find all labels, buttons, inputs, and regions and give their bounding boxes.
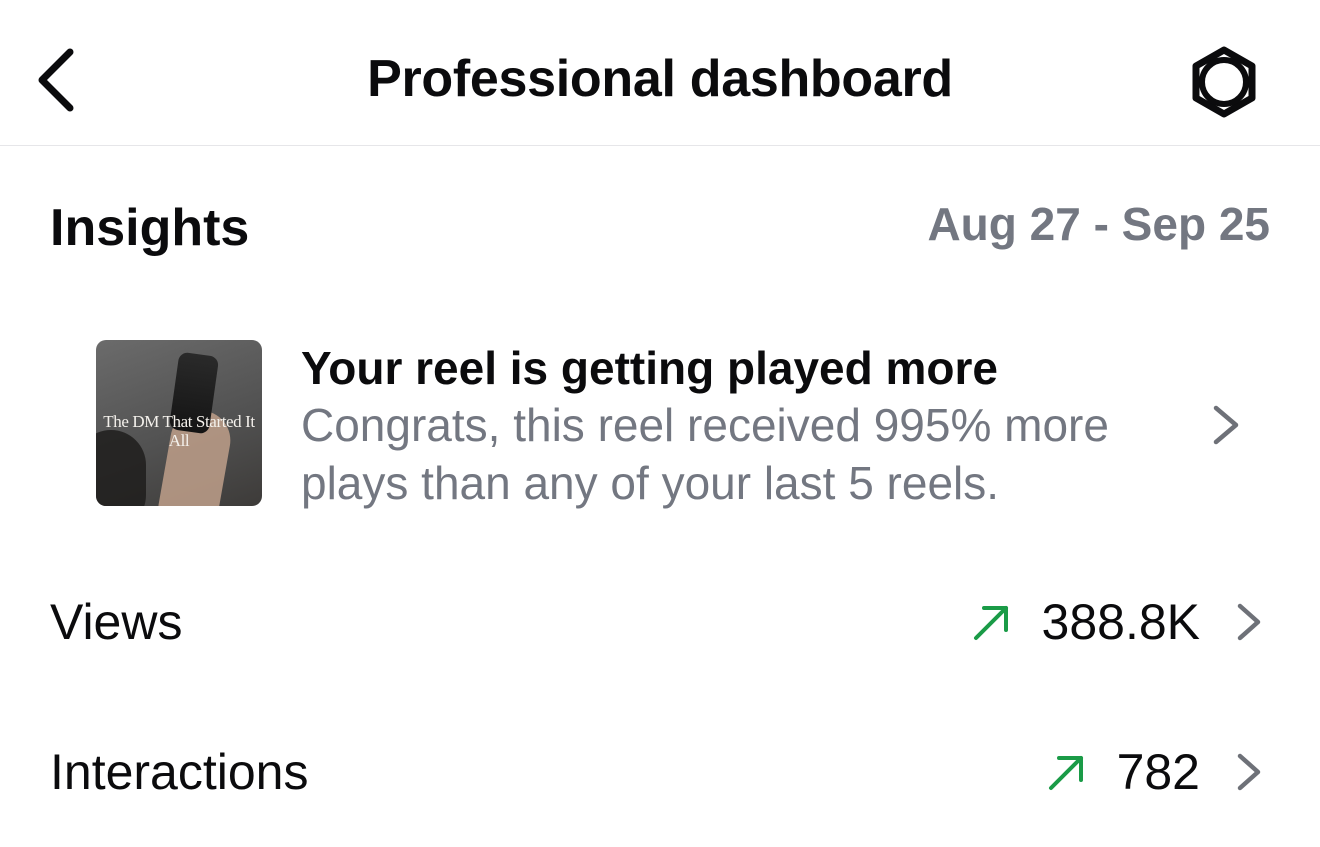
insight-description: Congrats, this reel received 995% more p… <box>301 399 1109 509</box>
thumbnail-caption: The DM That Started It All <box>103 412 255 450</box>
trend-up-icon <box>973 606 1008 640</box>
chevron-right-icon <box>1237 753 1261 791</box>
chevron-right-icon <box>1237 603 1261 641</box>
gear-icon <box>1192 46 1256 118</box>
chevron-right-icon <box>1213 405 1239 445</box>
metric-value: 388.8K <box>1041 594 1200 650</box>
metric-value: 782 <box>1116 744 1200 800</box>
metric-row-views[interactable]: Views 388.8K <box>0 566 1320 676</box>
metric-label: Interactions <box>50 744 309 800</box>
header: Professional dashboard <box>0 0 1320 146</box>
trend-up-icon <box>1048 756 1083 790</box>
insight-title: Your reel is getting played more <box>301 342 998 394</box>
date-range-selector[interactable]: Aug 27 - Sep 25 <box>927 194 1270 254</box>
reel-thumbnail: The DM That Started It All <box>96 340 262 506</box>
metric-label: Views <box>50 594 183 650</box>
settings-button[interactable] <box>1186 44 1262 120</box>
metric-row-interactions[interactable]: Interactions 782 <box>0 716 1320 826</box>
insight-card[interactable]: The DM That Started It All Your reel is … <box>0 320 1320 530</box>
insights-title: Insights <box>50 199 250 257</box>
page-title: Professional dashboard <box>367 50 953 108</box>
